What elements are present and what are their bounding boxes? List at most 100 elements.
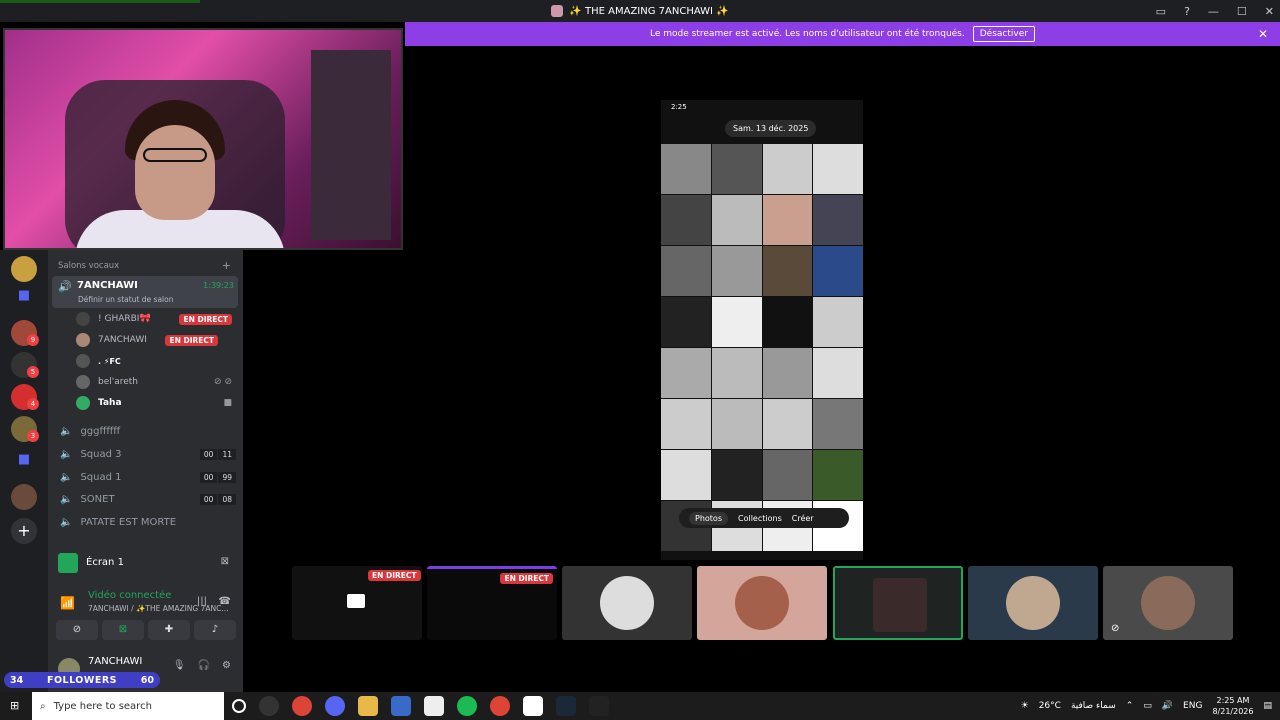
participant-tile[interactable]: EN DIRECT (292, 566, 422, 640)
followers-current: 34 (10, 674, 24, 686)
speaker-icon: 🔈 (60, 425, 73, 437)
inbox-icon[interactable]: ▭ (1156, 5, 1166, 18)
followers-overlay: 34 FOLLOWERS 60 (4, 672, 160, 688)
voice-channel[interactable]: 🔈 gggffffff (60, 422, 236, 440)
clock-date: 8/21/2026 (1212, 707, 1254, 716)
set-status-link[interactable]: Définir un statut de salon (78, 295, 173, 304)
avatar (600, 576, 654, 630)
folder-icon[interactable]: ■ (11, 452, 37, 478)
app-icon[interactable] (259, 696, 279, 716)
active-voice-channel[interactable]: 🔊 7ANCHAWI 1:39:23 Définir un statut de … (52, 276, 238, 308)
screen-share-row[interactable]: Écran 1 ⊠ (48, 550, 243, 576)
channel-panel: Salons vocaux + 🔊 7ANCHAWI 1:39:23 Défin… (48, 250, 243, 692)
voice-member[interactable]: ! GHARBI🎀 EN DIRECT (76, 310, 236, 328)
avatar (76, 312, 90, 326)
clock-time: 2:25 AM (1216, 696, 1250, 705)
volume-icon[interactable]: 🔊 (1162, 701, 1173, 711)
chrome-icon[interactable] (292, 696, 312, 716)
spotify-icon[interactable] (457, 696, 477, 716)
participant-tile[interactable] (968, 566, 1098, 640)
weather-temp[interactable]: 26°C (1039, 701, 1061, 711)
file-explorer-icon[interactable] (358, 696, 378, 716)
category-label[interactable]: Salons vocaux (58, 261, 119, 271)
close-icon[interactable]: ✕ (1258, 27, 1268, 41)
app-icon[interactable] (523, 696, 543, 716)
help-icon[interactable]: ? (1184, 5, 1190, 18)
tray-chevron-icon[interactable]: ⌃ (1126, 701, 1134, 711)
close-window-button[interactable]: ✕ (1265, 5, 1274, 18)
add-channel-icon[interactable]: + (222, 259, 231, 272)
network-icon[interactable]: ▭ (1143, 701, 1152, 711)
task-view-icon[interactable] (232, 699, 246, 713)
video-feed (873, 578, 927, 632)
voice-member[interactable]: . ⚡FC (76, 352, 236, 370)
participant-tile[interactable] (562, 566, 692, 640)
voice-channel[interactable]: 🔈 Squad 1 00 99 (60, 468, 236, 486)
camera-off-button[interactable]: ⊘ (56, 620, 98, 640)
banner-message: Le mode streamer est activé. Les noms d'… (650, 29, 965, 39)
tab-photos[interactable]: Photos (689, 511, 728, 525)
camera-off-icon: ⊘ (1111, 623, 1120, 634)
app-icon[interactable] (589, 696, 609, 716)
weather-desc[interactable]: سماء صافية (1071, 701, 1116, 711)
steam-icon[interactable] (556, 696, 576, 716)
activities-button[interactable]: ✚ (148, 620, 190, 640)
capcut-icon[interactable] (424, 696, 444, 716)
voice-status[interactable]: Vidéo connectée (88, 590, 171, 601)
settings-icon[interactable]: ⚙ (222, 660, 231, 671)
voice-member[interactable]: bel'areth ⊘ ⊘ (76, 373, 236, 391)
live-badge: EN DIRECT (165, 334, 218, 346)
tab-collections[interactable]: Collections (738, 514, 782, 523)
voice-channel[interactable]: 🔈 Squad 3 00 11 (60, 445, 236, 463)
participant-tile[interactable] (697, 566, 827, 640)
server-icon[interactable] (11, 256, 37, 282)
notification-icon[interactable]: ▤ (1263, 701, 1272, 711)
screen-label: Écran 1 (86, 557, 124, 568)
tab-create[interactable]: Créer (792, 514, 814, 523)
member-name: bel'areth (98, 377, 139, 387)
taskbar-search[interactable]: ⌕ Type here to search (32, 692, 224, 720)
webcam-overlay (3, 28, 403, 250)
noise-suppression-icon[interactable]: ||| (197, 596, 207, 607)
voice-member[interactable]: 7ANCHAWI EN DIRECT (76, 331, 236, 349)
discord-icon[interactable] (325, 696, 345, 716)
language-indicator[interactable]: ENG (1183, 701, 1202, 711)
participant-tile[interactable]: ⊘ (1103, 566, 1233, 640)
live-badge: EN DIRECT (179, 313, 232, 325)
voice-channel[interactable]: 🔈 SONET 00 08 (60, 490, 236, 508)
clock[interactable]: 2:25 AM 8/21/2026 (1212, 695, 1253, 717)
chrome-icon[interactable] (490, 696, 510, 716)
app-icon[interactable] (391, 696, 411, 716)
soundboard-button[interactable]: ♪ (194, 620, 236, 640)
participant-tile[interactable]: EN DIRECT (427, 566, 557, 640)
channel-name: SONET (80, 493, 115, 505)
user-limit: 00 11 (199, 448, 236, 460)
user-controls: 🎙 🎧 ⚙ (173, 660, 231, 671)
participant-tile[interactable] (833, 566, 963, 640)
taskbar-apps (232, 696, 609, 716)
voice-member[interactable]: Taha ■ (76, 394, 236, 412)
live-badge: EN DIRECT (368, 570, 421, 581)
server-rail: ■ 9 5 4 3 ■ + (0, 250, 48, 692)
stream-video[interactable]: 2:25 Sam. 13 déc. 2025 Photos Collection… (661, 100, 863, 560)
windows-taskbar: ⊞ ⌕ Type here to search ☀ 26°C سماء صافي… (0, 692, 1280, 720)
voice-channel[interactable]: 🔈 PATATE EST MORTE (60, 513, 236, 531)
maximize-button[interactable]: ☐ (1237, 5, 1247, 18)
minimize-button[interactable]: — (1208, 5, 1219, 18)
member-name: Taha (98, 398, 122, 408)
server-icon[interactable] (11, 484, 37, 510)
headphones-icon[interactable]: 🎧 (198, 660, 210, 671)
voice-location[interactable]: 7ANCHAWI / ✨THE AMAZING 7ANC... (88, 604, 229, 613)
windows-start-icon[interactable]: ⊞ (10, 699, 22, 712)
title-bar: ✨ THE AMAZING 7ANCHAWI ✨ ▭ ? — ☐ ✕ (0, 0, 1280, 22)
screen-share-button[interactable]: ⊠ (102, 620, 144, 640)
photo-grid (661, 144, 863, 556)
stop-share-icon[interactable]: ⊠ (221, 556, 229, 567)
disable-streamer-button[interactable]: Désactiver (972, 26, 1035, 42)
streamer-mode-banner: Le mode streamer est activé. Les noms d'… (405, 22, 1280, 46)
folder-icon[interactable]: ■ (11, 288, 37, 314)
followers-goal: 60 (140, 674, 154, 686)
add-server-icon[interactable]: + (11, 518, 37, 544)
disconnect-icon[interactable]: ☎ (219, 596, 231, 607)
mic-icon[interactable]: 🎙 (173, 660, 186, 671)
